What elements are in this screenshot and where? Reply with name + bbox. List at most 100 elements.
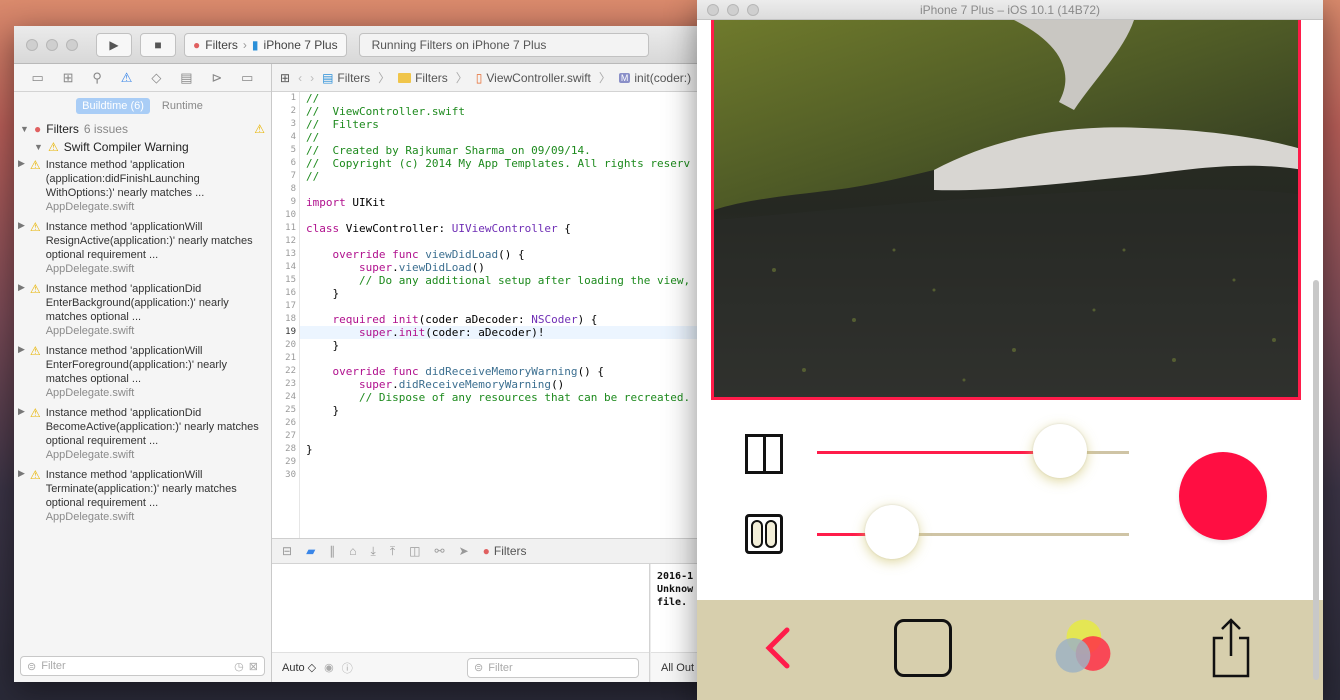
search-icon[interactable]: ⚲	[92, 70, 102, 86]
folder-icon[interactable]: ▭	[31, 70, 43, 86]
code-line[interactable]	[306, 456, 714, 469]
code-line[interactable]: }	[306, 443, 714, 456]
code-line[interactable]: super.init(coder: aDecoder)!	[300, 326, 714, 339]
code-line[interactable]: required init(coder aDecoder: NSCoder) {	[306, 313, 714, 326]
disclosure-triangle-icon[interactable]: ▶	[18, 406, 25, 462]
hide-debug-area-icon[interactable]: ⊟	[282, 544, 292, 558]
code-line[interactable]: override func viewDidLoad() {	[306, 248, 714, 261]
slider-2-thumb[interactable]	[864, 505, 919, 559]
code-line[interactable]: override func didReceiveMemoryWarning() …	[306, 365, 714, 378]
code-line[interactable]	[306, 209, 714, 222]
memory-graph-icon[interactable]: ⚯	[435, 544, 445, 558]
report-icon[interactable]: ▭	[241, 70, 253, 86]
issue-item[interactable]: ▶ ⚠ Instance method 'applicationDid Become…	[14, 404, 271, 466]
code-line[interactable]: }	[306, 287, 714, 300]
split-vertical-icon[interactable]	[745, 434, 783, 474]
close-window-button[interactable]	[26, 38, 38, 51]
forward-arrow-icon[interactable]: ›	[310, 71, 314, 85]
code-line[interactable]: // Do any additional setup after loading…	[306, 274, 714, 287]
step-out-icon[interactable]: ⤒	[390, 544, 395, 559]
issue-item[interactable]: ▶ ⚠ Instance method 'application (applicat…	[14, 156, 271, 218]
disclosure-triangle-icon[interactable]: ▶	[18, 344, 25, 400]
disclosure-triangle-icon[interactable]: ▼	[20, 124, 29, 134]
line-number: 21	[285, 353, 296, 363]
code-line[interactable]: // Copyright (c) 2014 My App Templates. …	[306, 157, 714, 170]
code-line[interactable]	[306, 469, 714, 482]
code-line[interactable]	[306, 352, 714, 365]
minimize-window-button[interactable]	[46, 38, 58, 51]
code-line[interactable]: class ViewController: UIViewController {	[306, 222, 714, 235]
zoom-window-button[interactable]	[66, 38, 78, 51]
breadcrumb-folder[interactable]: Filters	[398, 71, 448, 85]
disclosure-triangle-icon[interactable]: ▶	[18, 468, 25, 524]
capture-button[interactable]	[1179, 452, 1267, 540]
code-line[interactable]	[306, 235, 714, 248]
issue-item[interactable]: ▶ ⚠ Instance method 'applicationDid EnterB…	[14, 280, 271, 342]
code-line[interactable]: }	[306, 404, 714, 417]
info-icon[interactable]: ⓘ	[342, 660, 353, 676]
test-icon[interactable]: ◇	[151, 70, 161, 86]
breakpoints-toggle-icon[interactable]: ▰	[306, 544, 315, 558]
breadcrumb-symbol[interactable]: M init(coder:)	[618, 71, 691, 85]
pause-icon[interactable]: ∥	[329, 544, 335, 558]
back-arrow-icon[interactable]: ‹	[298, 71, 302, 85]
run-button[interactable]: ▶	[96, 32, 132, 57]
rounded-split-icon[interactable]	[745, 514, 783, 554]
issue-item[interactable]: ▶ ⚠ Instance method 'applicationWill Resig…	[14, 218, 271, 280]
breadcrumb-project[interactable]: ▤ Filters	[322, 71, 370, 85]
code-line[interactable]	[306, 417, 714, 430]
issue-item[interactable]: ▶ ⚠ Instance method 'applicationWill Termi…	[14, 466, 271, 528]
code-line[interactable]: //	[306, 131, 714, 144]
hierarchy-icon[interactable]: ⊞	[63, 70, 74, 86]
code-line[interactable]: //	[306, 92, 714, 105]
scheme-selector[interactable]: ● Filters › ▮ iPhone 7 Plus	[184, 32, 347, 57]
code-area[interactable]: //// ViewController.swift// Filters//// …	[300, 92, 714, 538]
stop-button[interactable]: ■	[140, 32, 176, 57]
issue-project-row[interactable]: ▼ ● Filters 6 issues ⚠	[14, 120, 271, 138]
slider-2-track[interactable]	[817, 533, 1129, 536]
output-scope-select[interactable]: All Out	[661, 662, 694, 674]
clock-icon[interactable]: ◷	[234, 660, 244, 673]
code-line[interactable]: // Dispose of any resources that can be …	[306, 391, 714, 404]
code-line[interactable]	[306, 430, 714, 443]
simulator-scrollbar[interactable]	[1313, 280, 1319, 680]
slider-1-thumb[interactable]	[1033, 424, 1088, 478]
location-icon[interactable]: ➤	[459, 544, 469, 558]
code-line[interactable]: import UIKit	[306, 196, 714, 209]
color-filter-button[interactable]	[1051, 616, 1115, 680]
issue-group-row[interactable]: ▼ ⚠ Swift Compiler Warning	[14, 138, 271, 156]
code-line[interactable]: //	[306, 170, 714, 183]
code-line[interactable]	[306, 183, 714, 196]
variables-filter-field[interactable]: ⊜ Filter	[467, 657, 639, 678]
code-line[interactable]	[306, 300, 714, 313]
disclosure-triangle-icon[interactable]: ▶	[18, 282, 25, 338]
step-over-icon[interactable]: ⌂	[349, 544, 356, 558]
auto-scope-select[interactable]: Auto ◇	[282, 661, 316, 674]
code-line[interactable]: // ViewController.swift	[306, 105, 714, 118]
warning-icon[interactable]: ⚠	[121, 70, 133, 86]
disclosure-triangle-icon[interactable]: ▶	[18, 158, 25, 214]
issue-item[interactable]: ▶ ⚠ Instance method 'applicationWill Enter…	[14, 342, 271, 404]
tab-buildtime[interactable]: Buildtime (6)	[76, 98, 150, 114]
share-button[interactable]	[1199, 616, 1263, 680]
code-line[interactable]: super.didReceiveMemoryWarning()	[306, 378, 714, 391]
tab-runtime[interactable]: Runtime	[156, 98, 209, 114]
navigator-filter-field[interactable]: ⊜ Filter ◷ ⊠	[20, 656, 265, 676]
code-line[interactable]: // Filters	[306, 118, 714, 131]
source-editor[interactable]: 1 2 3 4 5 6 7 8 9 10 11 12 13 14 15 16 17 18 19 20 21 22 23 24 2…	[272, 92, 714, 538]
eye-icon[interactable]: ◉	[324, 661, 334, 674]
breadcrumb-file[interactable]: ▯ ViewController.swift	[476, 71, 591, 85]
back-button[interactable]	[745, 616, 809, 680]
disclosure-triangle-icon[interactable]: ▶	[18, 220, 25, 276]
disclosure-triangle-icon[interactable]: ▼	[34, 142, 43, 152]
warning-filter-icon[interactable]: ⊠	[249, 660, 258, 673]
breakpoint-icon[interactable]: ⊳	[211, 70, 222, 86]
view-debugger-icon[interactable]: ◫	[409, 544, 420, 558]
code-line[interactable]: // Created by Rajkumar Sharma on 09/09/1…	[306, 144, 714, 157]
debug-icon[interactable]: ▤	[180, 70, 192, 86]
step-in-icon[interactable]: ⤓	[371, 544, 376, 559]
related-items-icon[interactable]: ⊞	[280, 71, 290, 85]
code-line[interactable]: }	[306, 339, 714, 352]
code-line[interactable]: super.viewDidLoad()	[306, 261, 714, 274]
frame-button[interactable]	[891, 616, 955, 680]
